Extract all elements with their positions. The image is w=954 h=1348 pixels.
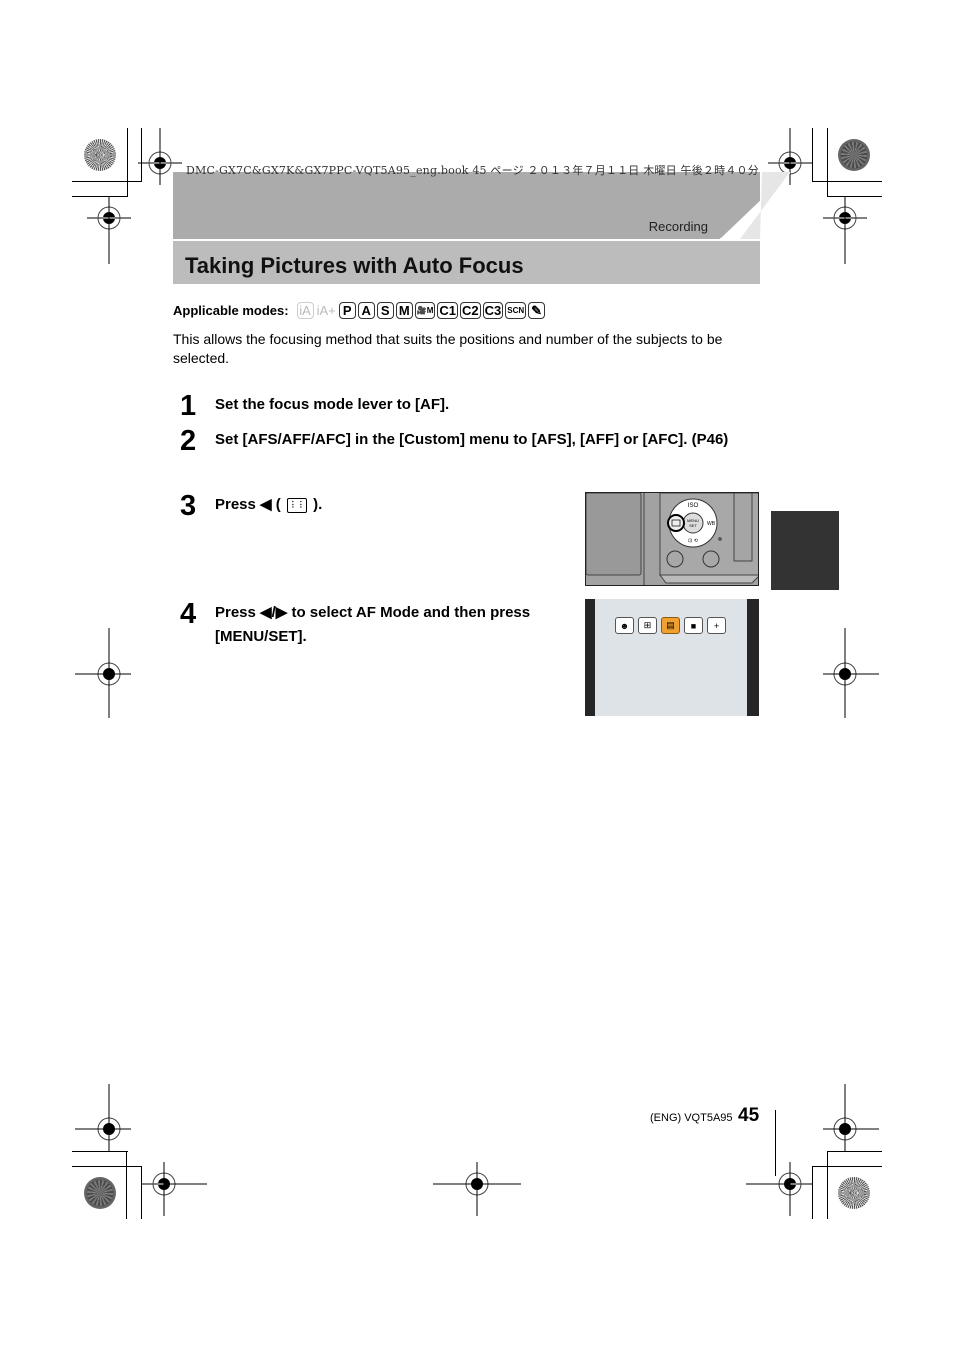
svg-text:SET: SET bbox=[689, 523, 697, 528]
step-4: 4 Press ◀/▶ to select AF Mode and then p… bbox=[180, 600, 580, 649]
svg-text:⊡ ⟲: ⊡ ⟲ bbox=[688, 538, 699, 544]
registration-target-icon bbox=[822, 1084, 879, 1152]
step-number: 1 bbox=[180, 390, 197, 422]
step-1: 1 Set the focus mode lever to [AF]. bbox=[180, 392, 449, 421]
scene-mode-icon: SCN bbox=[505, 302, 527, 319]
header-band-slant bbox=[719, 172, 790, 239]
af-mode-options: ☻ ⊞ ▤ ■ + bbox=[615, 617, 726, 634]
manual-mode-icon: M bbox=[395, 302, 413, 319]
program-mode-icon: P bbox=[338, 302, 356, 319]
applicable-modes: Applicable modes: iA iA+ P A S M 🎥M C1 C… bbox=[173, 302, 546, 319]
registration-target-icon bbox=[75, 1084, 132, 1152]
creative-video-icon: 🎥M bbox=[414, 302, 436, 319]
shutter-priority-icon: S bbox=[376, 302, 394, 319]
footer-code: (ENG) VQT5A95 bbox=[650, 1112, 733, 1124]
face-detection-icon[interactable]: ☻ bbox=[615, 617, 634, 634]
page-number: 45 bbox=[738, 1105, 760, 1126]
camera-back-illustration: ISO MENU SET WB ⊡ ⟲ bbox=[585, 492, 759, 586]
lcd-display: ☻ ⊞ ▤ ■ + bbox=[595, 599, 747, 716]
step-3: 3 Press ◀ ( ⋮⋮ ). bbox=[180, 492, 322, 521]
step-text-before: Press ◀ ( bbox=[215, 496, 281, 513]
23-area-icon[interactable]: ▤ bbox=[661, 617, 680, 634]
registration-target-icon bbox=[86, 195, 132, 264]
pinpoint-icon[interactable]: + bbox=[707, 617, 726, 634]
step-text: Press ◀/▶ to select AF Mode and then pre… bbox=[215, 604, 531, 645]
intelligent-auto-plus-icon: iA+ bbox=[316, 303, 336, 318]
custom-2-icon: C2 bbox=[459, 302, 481, 319]
registration-target-icon bbox=[433, 1161, 521, 1216]
step-number: 4 bbox=[180, 598, 197, 630]
1-area-icon[interactable]: ■ bbox=[684, 617, 703, 634]
custom-3-icon: C3 bbox=[482, 302, 504, 319]
custom-1-icon: C1 bbox=[437, 302, 458, 319]
af-tracking-icon[interactable]: ⊞ bbox=[638, 617, 657, 634]
creative-control-icon: ✎ bbox=[528, 302, 546, 319]
registration-target-icon bbox=[822, 195, 868, 264]
chapter-side-tab bbox=[771, 511, 839, 590]
af-mode-icon: ⋮⋮ bbox=[286, 497, 307, 513]
intelligent-auto-icon: iA bbox=[296, 302, 314, 319]
registration-target-icon bbox=[75, 628, 132, 718]
applicable-modes-label: Applicable modes: bbox=[173, 303, 289, 318]
aperture-priority-icon: A bbox=[357, 302, 375, 319]
wb-button-label: WB bbox=[707, 521, 716, 527]
page-title: Taking Pictures with Auto Focus bbox=[185, 253, 524, 278]
camera-controls-drawing: ISO MENU SET WB ⊡ ⟲ bbox=[586, 493, 758, 585]
registration-target-icon bbox=[822, 628, 879, 718]
iso-button-label: ISO bbox=[688, 503, 699, 509]
print-header-meta: DMC-GX7C&GX7K&GX7PPC-VQT5A95_eng.book 45… bbox=[186, 164, 759, 177]
step-number: 3 bbox=[180, 490, 197, 522]
registration-target-icon bbox=[141, 1161, 207, 1216]
step-text-after: ). bbox=[313, 496, 323, 513]
section-label: Recording bbox=[648, 219, 708, 234]
lcd-af-mode-screen: ☻ ⊞ ▤ ■ + bbox=[585, 599, 759, 716]
step-2: 2 Set [AFS/AFF/AFC] in the [Custom] menu… bbox=[180, 427, 760, 456]
step-text: Set the focus mode lever to [AF]. bbox=[215, 396, 450, 413]
step-text: Press ◀ ( ⋮⋮ ). bbox=[215, 492, 322, 521]
intro-paragraph: This allows the focusing method that sui… bbox=[173, 331, 723, 366]
step-number: 2 bbox=[180, 425, 197, 457]
step-text: Set [AFS/AFF/AFC] in the [Custom] menu t… bbox=[215, 431, 729, 448]
registration-target-icon bbox=[746, 1161, 813, 1216]
